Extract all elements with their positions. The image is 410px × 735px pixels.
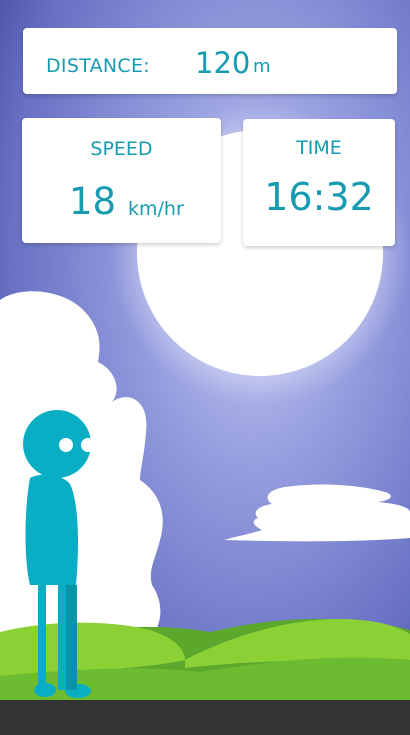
- speed-value: 18: [69, 180, 117, 223]
- distance-unit: m: [253, 56, 271, 77]
- time-value: 16:32: [264, 175, 374, 219]
- speed-panel: SPEED 18 km/hr: [22, 118, 221, 243]
- distance-panel: DISTANCE: 120 m: [23, 28, 397, 94]
- ground: [0, 700, 410, 735]
- distance-value: 120: [195, 46, 251, 80]
- speed-unit: km/hr: [128, 198, 184, 220]
- speed-label: SPEED: [90, 138, 153, 160]
- character-head: [23, 410, 91, 478]
- game-scene: [0, 0, 410, 735]
- time-panel: TIME 16:32: [243, 119, 395, 246]
- distance-label: DISTANCE:: [46, 55, 151, 77]
- character-foot-left: [34, 683, 56, 697]
- character-eye-right: [81, 438, 95, 452]
- time-label: TIME: [296, 137, 342, 159]
- character-leg-shade: [66, 585, 77, 690]
- character-eye-left: [59, 438, 73, 452]
